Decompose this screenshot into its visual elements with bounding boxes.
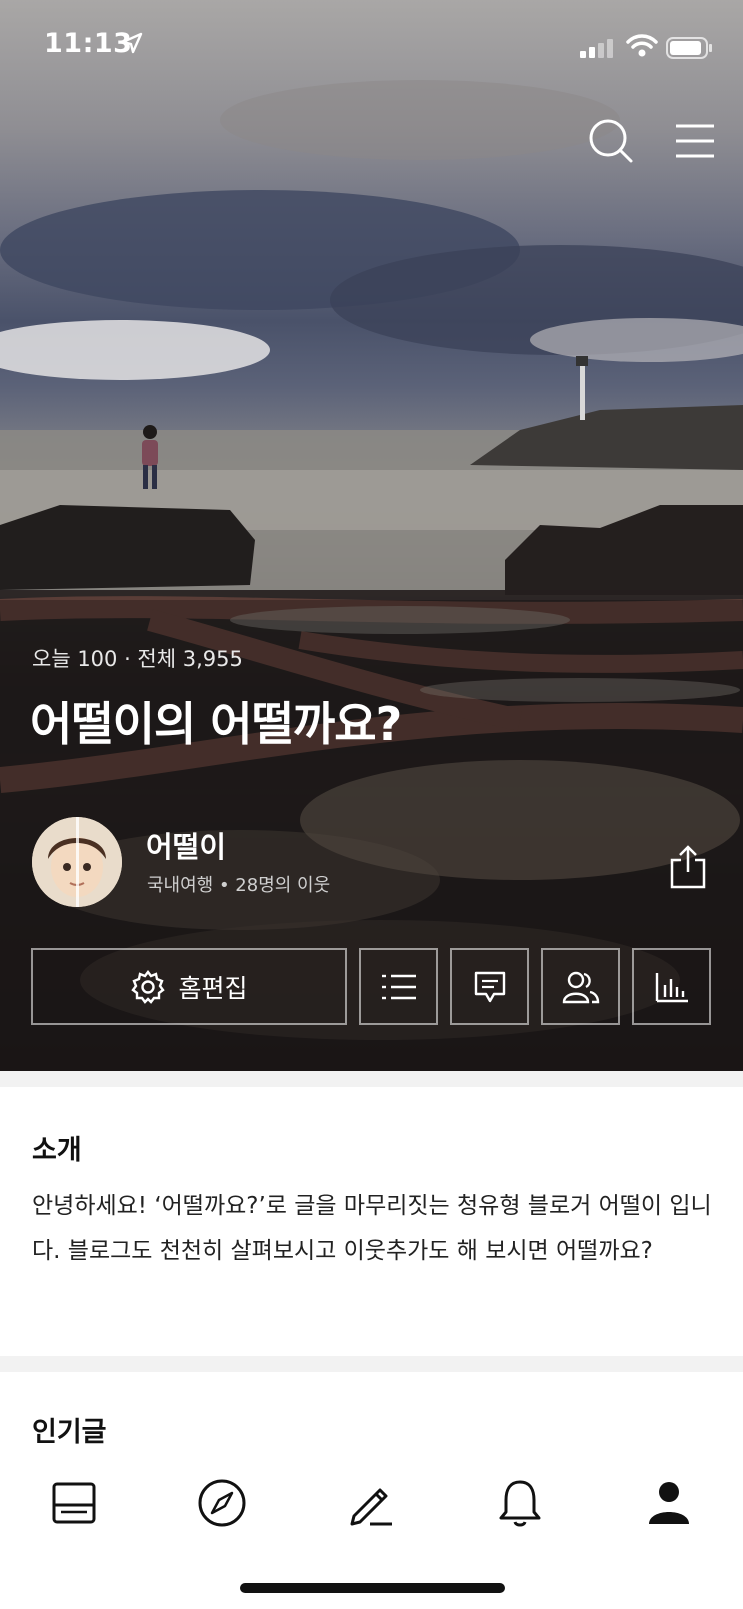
tab-my-blog[interactable]	[641, 1475, 697, 1531]
share-icon[interactable]	[668, 844, 708, 890]
neighbors-button[interactable]	[541, 948, 620, 1025]
section-divider	[0, 1356, 743, 1372]
battery-icon	[666, 37, 712, 59]
compass-icon	[198, 1479, 246, 1527]
location-arrow-icon	[121, 32, 143, 54]
pencil-icon	[350, 1488, 392, 1526]
hamburger-menu-icon[interactable]	[672, 120, 718, 166]
status-bar: 11:13	[0, 28, 743, 64]
list-icon	[381, 974, 416, 999]
tab-notifications[interactable]	[492, 1475, 548, 1531]
section-divider	[0, 1071, 743, 1087]
home-edit-label: 홈편집	[178, 973, 248, 1003]
blog-meta: 국내여행 • 28명의 이웃	[147, 875, 331, 896]
post-list-button[interactable]	[359, 948, 438, 1025]
guestbook-button[interactable]	[450, 948, 529, 1025]
blogger-nickname[interactable]: 어떨이	[146, 824, 226, 866]
person-icon	[649, 1482, 689, 1524]
avatar-image	[32, 817, 122, 907]
tab-feed[interactable]	[46, 1475, 102, 1531]
statistics-button[interactable]	[632, 948, 711, 1025]
popular-posts-heading: 인기글	[32, 1417, 107, 1448]
gear-icon	[131, 969, 166, 1004]
home-edit-button[interactable]: 홈편집	[31, 948, 347, 1025]
bell-icon	[499, 1480, 541, 1527]
status-time: 11:13	[44, 28, 133, 59]
bar-chart-icon	[655, 972, 688, 1002]
comment-icon	[474, 971, 505, 1002]
avatar[interactable]	[32, 817, 122, 907]
blog-cover: 11:13 오늘 100 · 전체 3,955 어떨이의 어떨까요? 어떨이 국…	[0, 0, 743, 1071]
intro-text: 안녕하세요! ‘어떨까요?’로 글을 마무리짓는 청유형 블로거 어떨이 입니다…	[32, 1193, 712, 1264]
visitor-counts: 오늘 100 · 전체 3,955	[32, 647, 243, 671]
people-icon	[562, 971, 599, 1003]
intro-heading: 소개	[32, 1135, 82, 1166]
feed-icon	[52, 1482, 96, 1524]
cellular-signal-icon	[580, 39, 613, 58]
home-indicator	[240, 1583, 505, 1593]
tab-discover[interactable]	[194, 1475, 250, 1531]
tab-write[interactable]	[343, 1475, 399, 1531]
bottom-tab-bar	[0, 1445, 743, 1609]
search-icon[interactable]	[588, 118, 634, 164]
wifi-icon	[626, 34, 658, 57]
blog-title: 어떨이의 어떨까요?	[30, 697, 402, 751]
